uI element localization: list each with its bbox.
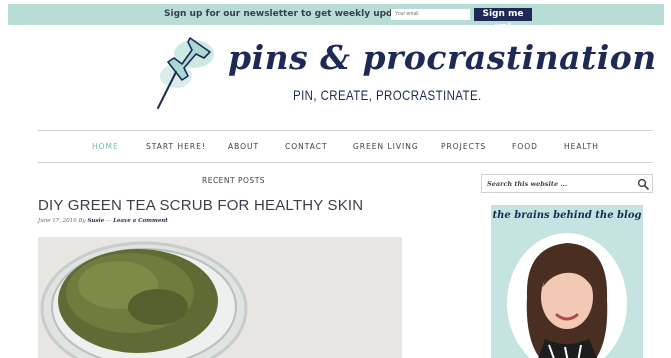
newsletter-bar: Sign up for our newsletter to get weekly… xyxy=(8,4,664,32)
search-box[interactable]: Search this website ... xyxy=(481,174,653,193)
nav-item-about[interactable]: ABOUT xyxy=(228,131,259,162)
nav-item-projects[interactable]: PROJECTS xyxy=(441,131,486,162)
nav-item-food[interactable]: FOOD xyxy=(512,131,538,162)
nav-item-start-here[interactable]: START HERE! xyxy=(146,131,206,162)
magnifier-icon[interactable] xyxy=(637,178,649,190)
nav-divider-bottom xyxy=(38,162,652,163)
main-nav: HOME START HERE! ABOUT CONTACT GREEN LIV… xyxy=(38,131,652,162)
recent-posts-label: RECENT POSTS xyxy=(202,176,266,185)
green-tea-scrub-photo xyxy=(38,237,402,358)
author-photo[interactable] xyxy=(505,227,629,358)
post-by: By xyxy=(78,218,86,224)
newsletter-signup-button[interactable]: Sign me up! xyxy=(474,8,532,32)
nav-item-green-living[interactable]: GREEN LIVING xyxy=(353,131,419,162)
pushpin-icon[interactable] xyxy=(150,32,216,114)
post-comment-link[interactable]: Leave a Comment xyxy=(113,218,168,224)
about-widget: the brains behind the blog xyxy=(491,205,643,358)
search-input[interactable]: Search this website ... xyxy=(487,175,567,193)
site-title[interactable]: pins & procrastination xyxy=(228,38,657,77)
site-tagline: PIN, CREATE, PROCRASTINATE. xyxy=(293,87,482,103)
post-date: June 17, 2016 xyxy=(38,218,77,224)
post-featured-image[interactable] xyxy=(38,237,402,358)
post-meta: June 17, 2016 By Susie — Leave a Comment xyxy=(38,218,168,224)
nav-item-health[interactable]: HEALTH xyxy=(564,131,599,162)
post-author-link[interactable]: Susie xyxy=(87,218,104,224)
newsletter-email-input[interactable] xyxy=(391,9,470,20)
post-title[interactable]: DIY GREEN TEA SCRUB FOR HEALTHY SKIN xyxy=(38,197,363,214)
nav-item-home[interactable]: HOME xyxy=(92,131,119,162)
post-meta-separator: — xyxy=(105,218,112,224)
nav-item-contact[interactable]: CONTACT xyxy=(285,131,328,162)
newsletter-message: Sign up for our newsletter to get weekly… xyxy=(164,9,419,19)
about-heading: the brains behind the blog xyxy=(492,210,642,221)
